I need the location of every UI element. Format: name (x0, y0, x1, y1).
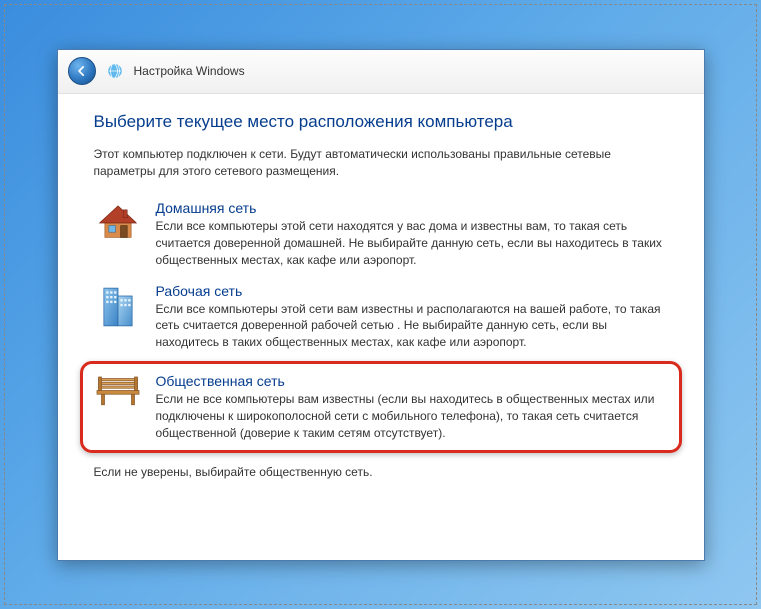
option-work-network[interactable]: Рабочая сеть Если все компьютеры этой се… (94, 277, 668, 357)
network-options: Домашняя сеть Если все компьютеры этой с… (94, 194, 668, 453)
back-button[interactable] (68, 57, 96, 85)
option-title: Общественная сеть (156, 373, 668, 389)
wizard-body: Выберите текущее место расположения комп… (58, 94, 704, 560)
option-desc: Если все компьютеры этой сети находятся … (156, 218, 664, 268)
wizard-window: Настройка Windows Выберите текущее место… (57, 49, 705, 561)
page-heading: Выберите текущее место расположения комп… (94, 112, 668, 132)
option-title: Домашняя сеть (156, 200, 664, 216)
back-arrow-icon (75, 64, 89, 78)
option-public-network[interactable]: Общественная сеть Если не все компьютеры… (84, 365, 678, 449)
option-desc: Если все компьютеры этой сети вам извест… (156, 301, 664, 351)
option-public-highlight: Общественная сеть Если не все компьютеры… (80, 361, 682, 453)
page-hint: Если не уверены, выбирайте общественную … (94, 465, 668, 479)
option-home-network[interactable]: Домашняя сеть Если все компьютеры этой с… (94, 194, 668, 274)
wizard-header: Настройка Windows (58, 50, 704, 94)
option-title: Рабочая сеть (156, 283, 664, 299)
option-desc: Если не все компьютеры вам известны (есл… (156, 391, 668, 441)
office-icon (94, 283, 142, 351)
house-icon (94, 200, 142, 268)
page-intro: Этот компьютер подключен к сети. Будут а… (94, 146, 668, 181)
window-title: Настройка Windows (134, 64, 245, 78)
app-icon (106, 62, 124, 80)
bench-icon (94, 373, 142, 441)
